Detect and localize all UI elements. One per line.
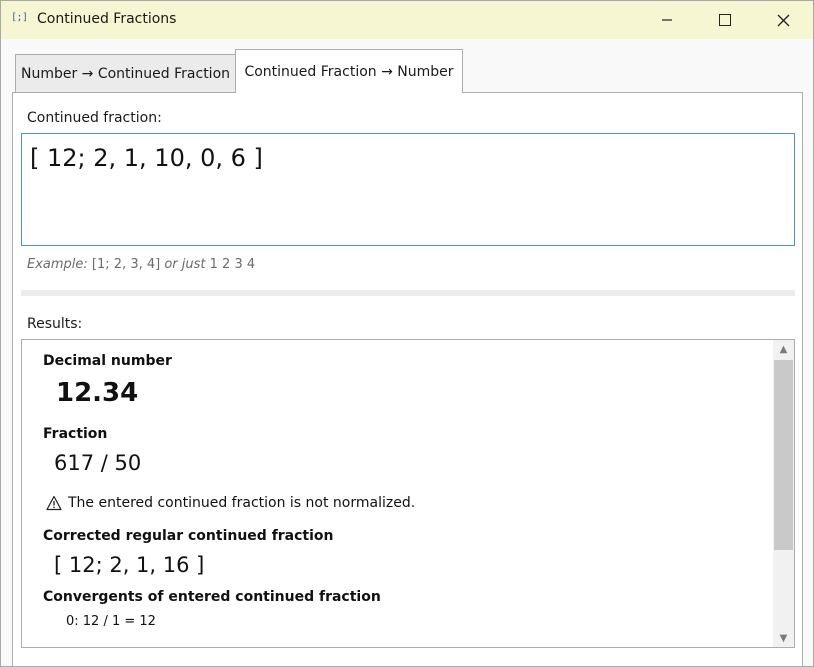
close-icon bbox=[777, 14, 789, 26]
maximize-button[interactable] bbox=[695, 1, 755, 39]
corrected-value: [ 12; 2, 1, 16 ] bbox=[54, 553, 205, 577]
title-bar: [;] Continued Fractions bbox=[1, 1, 813, 39]
minimize-button[interactable] bbox=[637, 1, 697, 39]
continued-fraction-label: Continued fraction: bbox=[27, 110, 162, 126]
close-button[interactable] bbox=[753, 1, 813, 39]
minimize-icon bbox=[662, 19, 672, 21]
splitter[interactable] bbox=[21, 290, 795, 296]
scroll-up-arrow-icon[interactable]: ▲ bbox=[773, 340, 794, 358]
example-mid: or just bbox=[164, 257, 206, 272]
decimal-heading: Decimal number bbox=[43, 353, 172, 369]
tab-number-to-cf[interactable]: Number → Continued Fraction bbox=[15, 54, 236, 92]
convergents-heading: Convergents of entered continued fractio… bbox=[43, 589, 381, 605]
convergent-item: 0: 12 / 1 = 12 bbox=[66, 614, 156, 629]
fraction-value: 617 / 50 bbox=[54, 451, 142, 475]
window-title: Continued Fractions bbox=[37, 11, 177, 27]
warning-icon bbox=[46, 495, 62, 511]
results-content: Decimal number 12.34 Fraction 617 / 50 T… bbox=[22, 340, 772, 647]
results-label: Results: bbox=[27, 316, 83, 332]
example-prefix: Example: bbox=[27, 257, 88, 272]
scroll-down-arrow-icon[interactable]: ▼ bbox=[773, 629, 794, 647]
app-icon: [;] bbox=[11, 12, 28, 23]
corrected-heading: Corrected regular continued fraction bbox=[43, 528, 334, 544]
example-a: [1; 2, 3, 4] bbox=[91, 257, 161, 272]
maximize-icon bbox=[719, 14, 731, 26]
fraction-heading: Fraction bbox=[43, 426, 108, 442]
warning-row: The entered continued fraction is not no… bbox=[46, 495, 415, 511]
tab-cf-to-number[interactable]: Continued Fraction → Number bbox=[235, 49, 463, 93]
warning-text: The entered continued fraction is not no… bbox=[68, 495, 416, 511]
example-b: 1 2 3 4 bbox=[209, 257, 256, 272]
app-window: [;] Continued Fractions Number → Continu… bbox=[0, 0, 814, 667]
decimal-value: 12.34 bbox=[56, 378, 139, 408]
results-box[interactable]: Decimal number 12.34 Fraction 617 / 50 T… bbox=[21, 339, 795, 648]
results-scrollbar[interactable]: ▲ ▼ bbox=[773, 340, 794, 647]
example-hint: Example: [1; 2, 3, 4] or just 1 2 3 4 bbox=[27, 257, 255, 272]
continued-fraction-input[interactable]: [ 12; 2, 1, 10, 0, 6 ] bbox=[21, 133, 795, 246]
scroll-thumb[interactable] bbox=[774, 360, 793, 550]
